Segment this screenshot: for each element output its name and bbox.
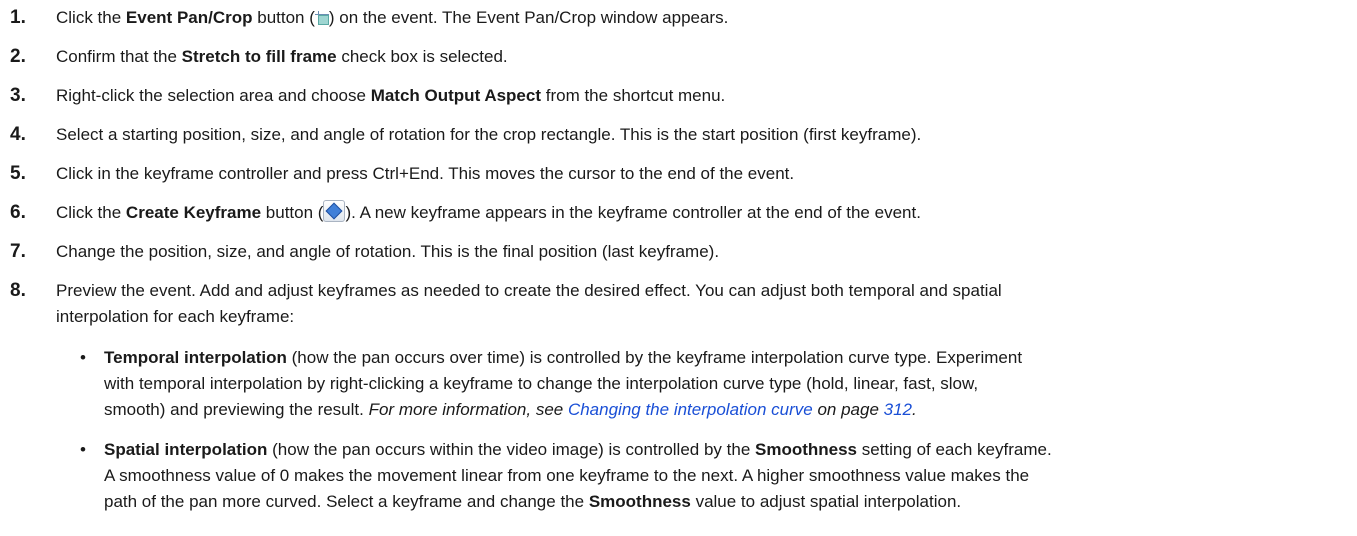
document-page: 1. Click the Event Pan/Crop button () on… — [0, 0, 1357, 536]
step-text: Click in the keyframe controller and pre… — [56, 164, 795, 183]
stretch-to-fill-frame-label: Stretch to fill frame — [181, 47, 337, 66]
step-text-line-1: Preview the event. Add and adjust keyfra… — [56, 281, 1002, 300]
match-output-aspect-label: Match Output Aspect — [370, 86, 542, 105]
step-number: 7. — [10, 241, 26, 262]
smoothness-label: Smoothness — [588, 492, 691, 511]
event-pan-crop-label: Event Pan/Crop — [125, 8, 253, 27]
page-link[interactable]: 312 — [884, 400, 912, 419]
step-number: 5. — [10, 163, 26, 184]
temporal-interpolation-label: Temporal interpolation — [104, 348, 287, 367]
step-text: Click the — [56, 8, 126, 27]
step-text: Select a starting position, size, and an… — [56, 125, 922, 144]
step-number: 4. — [10, 124, 26, 145]
step-number: 8. — [10, 280, 26, 301]
interpolation-curve-link[interactable]: Changing the interpolation curve — [568, 400, 813, 419]
step-text: Change the position, size, and angle of … — [56, 242, 720, 261]
create-keyframe-icon — [323, 200, 346, 222]
smoothness-label: Smoothness — [755, 440, 858, 459]
create-keyframe-label: Create Keyframe — [125, 203, 262, 222]
spatial-interpolation-label: Spatial interpolation — [104, 440, 268, 459]
step-number: 1. — [10, 7, 26, 28]
bullet-mark: • — [80, 348, 86, 367]
step-number: 2. — [10, 46, 26, 67]
step-number: 6. — [10, 202, 26, 223]
step-number: 3. — [10, 85, 26, 106]
crop-icon — [314, 11, 329, 25]
step-text-line-2: interpolation for each keyframe: — [56, 307, 295, 326]
bullet-mark: • — [80, 440, 86, 459]
